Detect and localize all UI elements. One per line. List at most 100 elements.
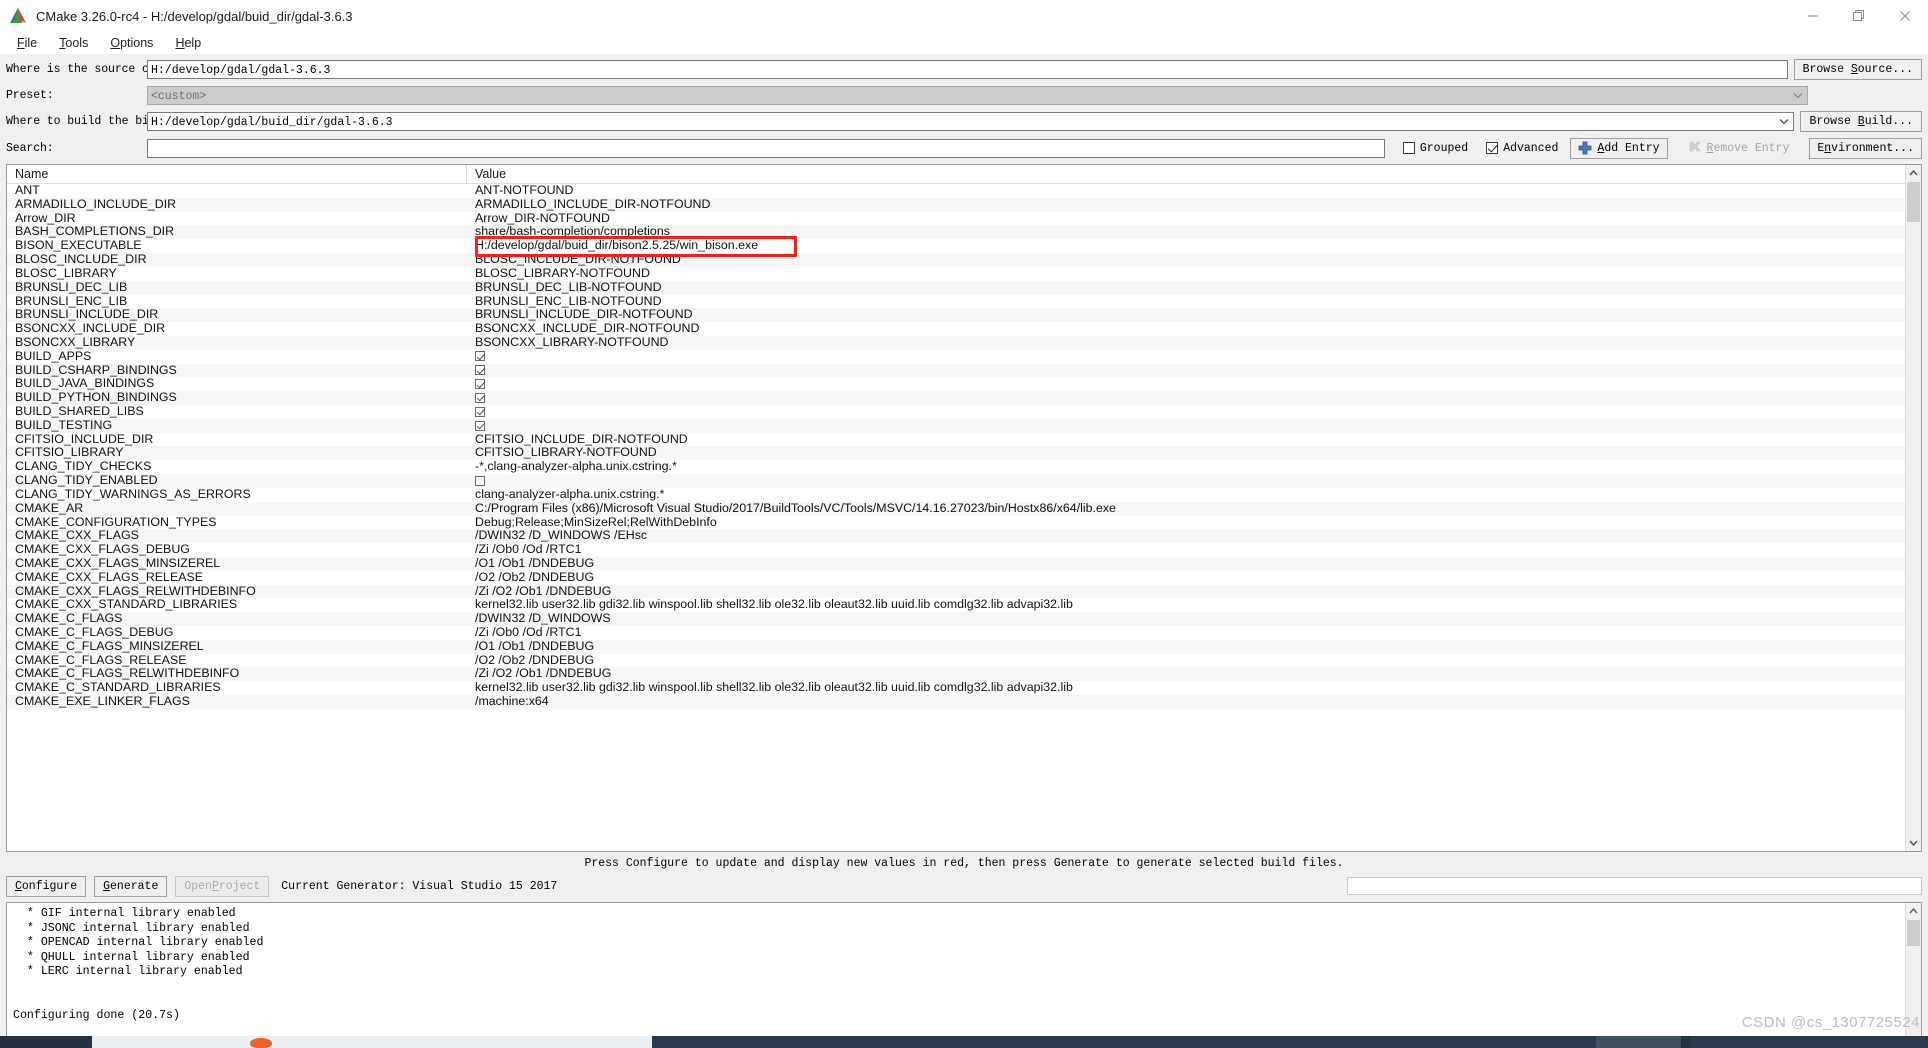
table-row[interactable]: BRUNSLI_DEC_LIB BRUNSLI_DEC_LIB-NOTFOUND (7, 280, 1921, 295)
cache-entry-value[interactable]: Debug;Release;MinSizeRel;RelWithDebInfo (467, 516, 1921, 530)
table-row[interactable]: CMAKE_CXX_FLAGS_RELEASE/O2 /Ob2 /DNDEBUG (7, 571, 1921, 585)
cache-entry-value[interactable]: /Zi /O2 /Ob1 /DNDEBUG (467, 585, 1921, 599)
cache-entry-value[interactable] (467, 350, 1921, 364)
table-row[interactable]: BUILD_PYTHON_BINDINGS (7, 391, 1921, 405)
cache-entry-value[interactable]: BLOSC_LIBRARY-NOTFOUND (467, 267, 1921, 281)
table-row[interactable]: BUILD_CSHARP_BINDINGS (7, 363, 1921, 378)
grouped-checkbox[interactable]: Grouped (1402, 142, 1468, 155)
cache-entry-value[interactable]: /O2 /Ob2 /DNDEBUG (467, 571, 1921, 585)
search-input[interactable] (147, 138, 1385, 158)
cache-entry-value[interactable]: H:/develop/gdal/buid_dir/bison2.5.25/win… (467, 239, 1921, 253)
scroll-down-icon[interactable] (1906, 835, 1921, 851)
remove-entry-button[interactable]: Remove Entry (1680, 138, 1798, 159)
table-row[interactable]: BRUNSLI_ENC_LIB BRUNSLI_ENC_LIB-NOTFOUND (7, 295, 1921, 309)
table-row[interactable]: CMAKE_EXE_LINKER_FLAGS/machine:x64 (7, 695, 1921, 709)
cache-entry-value[interactable] (467, 405, 1921, 419)
cache-entry-value[interactable]: /machine:x64 (467, 695, 1921, 709)
browse-source-button[interactable]: Browse Source... (1793, 59, 1922, 80)
cache-entry-value[interactable]: BRUNSLI_ENC_LIB-NOTFOUND (467, 295, 1921, 309)
table-row[interactable]: CMAKE_CXX_FLAGS_DEBUG/Zi /Ob0 /Od /RTC1 (7, 543, 1921, 557)
table-row[interactable]: CMAKE_CXX_STANDARD_LIBRARIES kernel32.lib… (7, 598, 1921, 612)
table-row[interactable]: BLOSC_INCLUDE_DIR BLOSC_INCLUDE_DIR-NOTFO… (7, 253, 1921, 267)
table-row[interactable]: CLANG_TIDY_ENABLED (7, 474, 1921, 488)
chevron-down-icon[interactable] (1788, 86, 1808, 105)
taskbar-active-window[interactable] (92, 1036, 652, 1048)
advanced-checkbox[interactable]: Advanced (1486, 142, 1558, 155)
table-row[interactable]: Arrow_DIR Arrow_DIR-NOTFOUND (7, 212, 1921, 226)
table-row[interactable]: BRUNSLI_INCLUDE_DIR BRUNSLI_INCLUDE_DIR-N… (7, 308, 1921, 323)
table-row[interactable]: BUILD_SHARED_LIBS (7, 405, 1921, 419)
cache-entry-value[interactable]: CFITSIO_INCLUDE_DIR-NOTFOUND (467, 433, 1921, 447)
open-project-button[interactable]: Open Project (175, 875, 270, 897)
cache-entry-value[interactable] (467, 391, 1921, 405)
cache-entry-value[interactable]: /O1 /Ob1 /DNDEBUG (467, 640, 1921, 654)
table-row[interactable]: CMAKE_CXX_FLAGS/DWIN32 /D_WINDOWS /EHsc (7, 529, 1921, 544)
menu-help[interactable]: Help (164, 34, 212, 52)
table-row[interactable]: CMAKE_C_FLAGS_MINSIZEREL/O1 /Ob1 /DNDEBU… (7, 639, 1921, 654)
cache-entry-checkbox[interactable] (475, 379, 485, 390)
table-row[interactable]: BUILD_JAVA_BINDINGS (7, 377, 1921, 391)
environment-button[interactable]: Environment... (1809, 137, 1922, 159)
cache-entry-value[interactable]: BRUNSLI_DEC_LIB-NOTFOUND (467, 281, 1921, 295)
column-header-value[interactable]: Value (467, 165, 1921, 183)
cache-entry-value[interactable]: BRUNSLI_INCLUDE_DIR-NOTFOUND (467, 308, 1921, 322)
cache-entry-value[interactable]: BSONCXX_INCLUDE_DIR-NOTFOUND (467, 322, 1921, 336)
chevron-down-icon[interactable] (1774, 112, 1795, 131)
browse-build-button[interactable]: Browse Build... (1800, 111, 1922, 132)
menu-options[interactable]: Options (99, 34, 164, 52)
table-row[interactable]: CMAKE_C_STANDARD_LIBRARIES kernel32.lib u… (7, 681, 1921, 695)
close-icon[interactable] (1882, 0, 1928, 32)
cache-entry-checkbox[interactable] (475, 392, 485, 403)
table-row[interactable]: BASH_COMPLETIONS_DIR share/bash-completio… (7, 225, 1921, 240)
cache-entry-value[interactable]: C:/Program Files (x86)/Microsoft Visual … (467, 502, 1921, 516)
cache-entry-value[interactable]: ARMADILLO_INCLUDE_DIR-NOTFOUND (467, 198, 1921, 212)
table-row[interactable]: CMAKE_CXX_FLAGS_MINSIZEREL/O1 /Ob1 /DNDE… (7, 556, 1921, 571)
cache-entry-value[interactable]: /O2 /Ob2 /DNDEBUG (467, 654, 1921, 668)
cache-entry-value[interactable] (467, 419, 1921, 433)
preset-combobox[interactable]: <custom> (147, 86, 1808, 105)
advanced-checkbox-box[interactable] (1486, 142, 1499, 154)
add-entry-button[interactable]: Add Entry (1570, 137, 1668, 159)
minimize-button[interactable] (1790, 0, 1836, 32)
source-path-input[interactable]: H:/develop/gdal/gdal-3.6.3 (147, 60, 1788, 79)
cache-entry-value[interactable]: /Zi /O2 /Ob1 /DNDEBUG (467, 667, 1921, 681)
cache-entry-value[interactable]: clang-analyzer-alpha.unix.cstring.* (467, 488, 1921, 502)
scroll-up-icon[interactable] (1906, 903, 1921, 919)
cache-entry-value[interactable]: BSONCXX_LIBRARY-NOTFOUND (467, 336, 1921, 350)
cache-entry-checkbox[interactable] (475, 365, 485, 376)
cache-entry-value[interactable]: /Zi /Ob0 /Od /RTC1 (467, 543, 1921, 557)
cache-entry-value[interactable]: /O1 /Ob1 /DNDEBUG (467, 557, 1921, 571)
generate-button[interactable]: Generate (94, 875, 168, 897)
menu-tools[interactable]: Tools (48, 34, 99, 52)
table-scroll-thumb[interactable] (1907, 182, 1920, 222)
table-row[interactable]: CFITSIO_INCLUDE_DIR CFITSIO_INCLUDE_DIR-N… (7, 433, 1921, 447)
cache-entry-value[interactable]: /Zi /Ob0 /Od /RTC1 (467, 626, 1921, 640)
cache-entry-value[interactable]: share/bash-completion/completions (467, 225, 1921, 239)
log-scroll-thumb[interactable] (1907, 920, 1920, 946)
output-log-panel[interactable]: * GIF internal library enabled * JSONC i… (6, 902, 1922, 1048)
table-row[interactable]: CMAKE_CONFIGURATION_TYPES Debug;Release;M… (7, 516, 1921, 530)
table-row[interactable]: ARMADILLO_INCLUDE_DIR ARMADILLO_INCLUDE_D… (7, 197, 1921, 212)
cache-entry-value[interactable]: /DWIN32 /D_WINDOWS /EHsc (467, 529, 1921, 543)
cache-entry-checkbox[interactable] (475, 351, 485, 362)
table-row[interactable]: BSONCXX_LIBRARY BSONCXX_LIBRARY-NOTFOUND (7, 335, 1921, 350)
cache-entry-value[interactable]: -*,clang-analyzer-alpha.unix.cstring.* (467, 460, 1921, 474)
cache-entry-value[interactable]: CFITSIO_LIBRARY-NOTFOUND (467, 446, 1921, 460)
menu-file[interactable]: File (6, 34, 48, 52)
cache-entry-value[interactable] (467, 377, 1921, 391)
table-row[interactable]: BUILD_APPS (7, 350, 1921, 364)
cache-entry-value[interactable] (467, 474, 1921, 488)
cache-entry-value[interactable] (467, 364, 1921, 378)
cache-entry-value[interactable]: kernel32.lib user32.lib gdi32.lib winspo… (467, 598, 1921, 612)
table-row[interactable]: BSONCXX_INCLUDE_DIR BSONCXX_INCLUDE_DIR-N… (7, 322, 1921, 336)
table-row[interactable]: CMAKE_CXX_FLAGS_RELWITHDEBINFO/Zi /O2 /O… (7, 584, 1921, 599)
cache-entry-checkbox[interactable] (475, 406, 485, 417)
table-row[interactable]: CMAKE_C_FLAGS_RELWITHDEBINFO/Zi /O2 /Ob1… (7, 667, 1921, 682)
table-row[interactable]: BUILD_TESTING (7, 418, 1921, 433)
cache-entry-value[interactable]: BLOSC_INCLUDE_DIR-NOTFOUND (467, 253, 1921, 267)
table-row[interactable]: BISON_EXECUTABLE H:/develop/gdal/buid_dir… (7, 239, 1921, 253)
build-path-input[interactable]: H:/develop/gdal/buid_dir/gdal-3.6.3 (147, 112, 1775, 131)
table-row[interactable]: CLANG_TIDY_CHECKS -*,clang-analyzer-alpha… (7, 460, 1921, 474)
cache-entry-value[interactable]: kernel32.lib user32.lib gdi32.lib winspo… (467, 681, 1921, 695)
cache-entry-checkbox[interactable] (475, 420, 485, 431)
